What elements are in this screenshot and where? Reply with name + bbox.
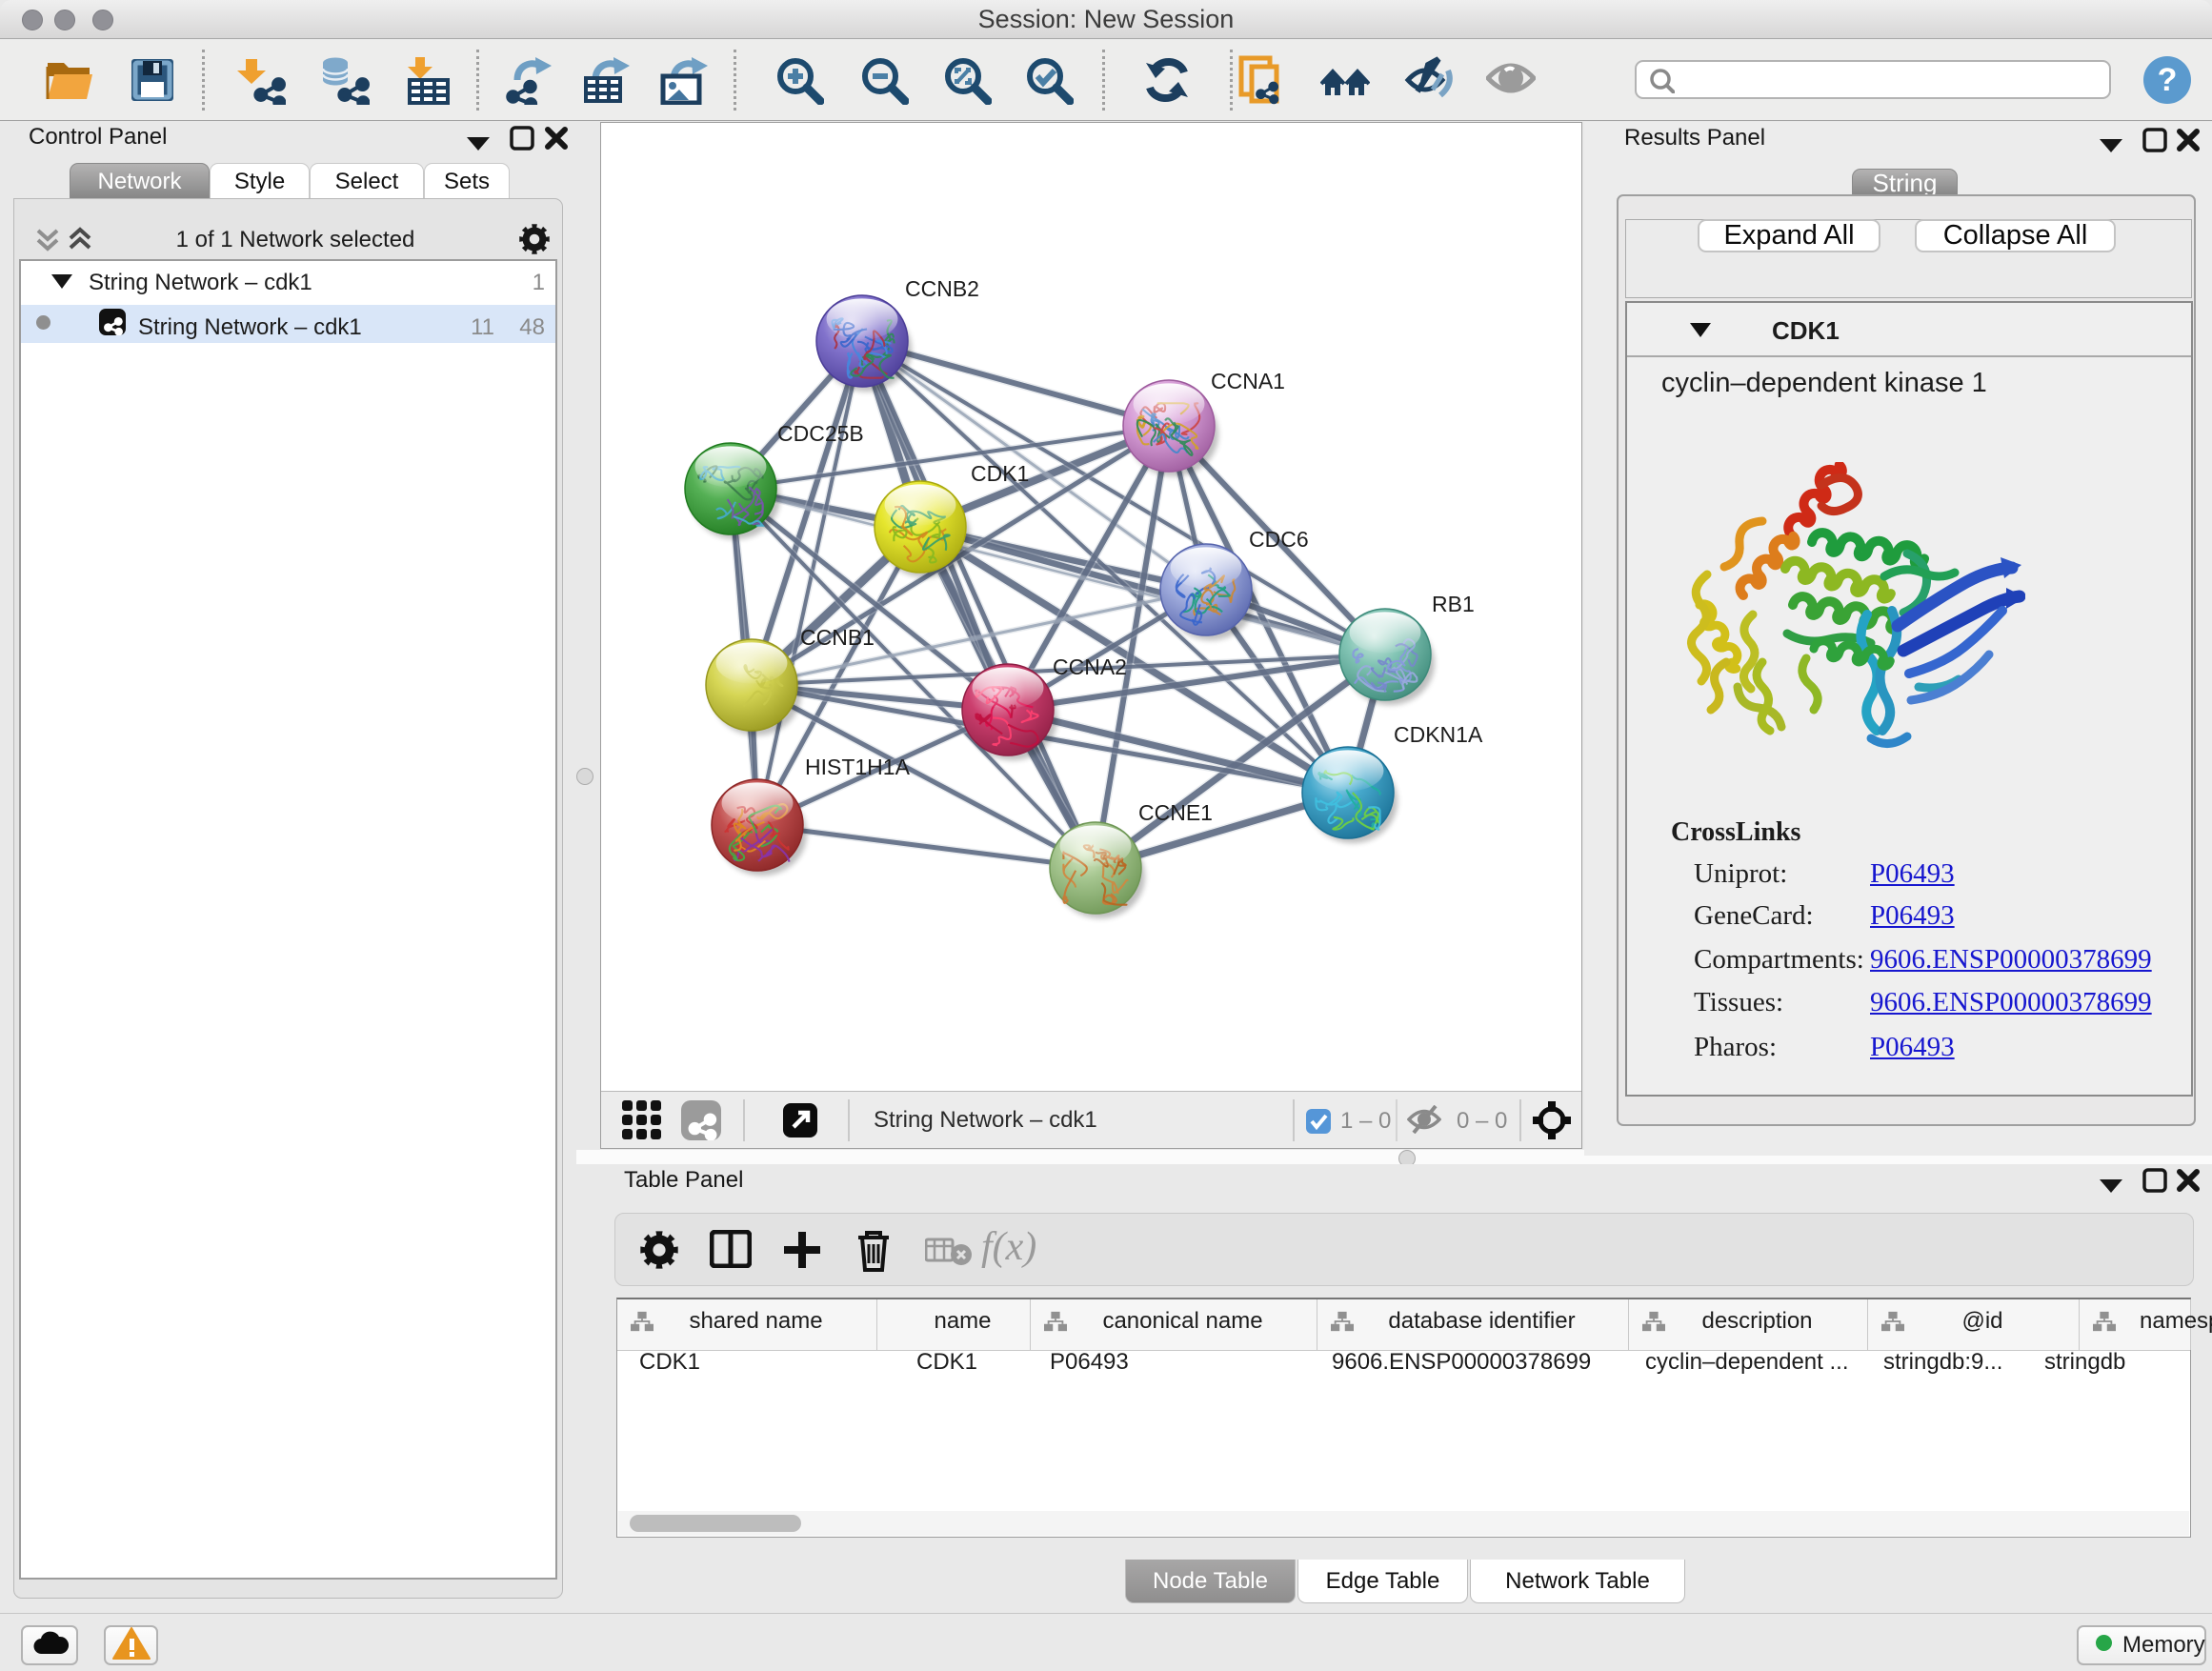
svg-text:?: ?	[2158, 62, 2178, 98]
svg-text:RB1: RB1	[1432, 592, 1475, 616]
svg-text:CCNE1: CCNE1	[1138, 800, 1213, 825]
svg-text:CCNB1: CCNB1	[800, 625, 875, 650]
svg-text:CDC25B: CDC25B	[777, 421, 864, 446]
svg-text:CCNA1: CCNA1	[1211, 369, 1285, 393]
svg-text:CDC6: CDC6	[1249, 527, 1309, 552]
svg-text:CDKN1A: CDKN1A	[1394, 722, 1483, 747]
svg-text:CCNB2: CCNB2	[905, 276, 979, 301]
svg-text:CCNA2: CCNA2	[1053, 654, 1127, 679]
svg-text:CDK1: CDK1	[971, 461, 1029, 486]
svg-text:HIST1H1A: HIST1H1A	[805, 755, 911, 779]
